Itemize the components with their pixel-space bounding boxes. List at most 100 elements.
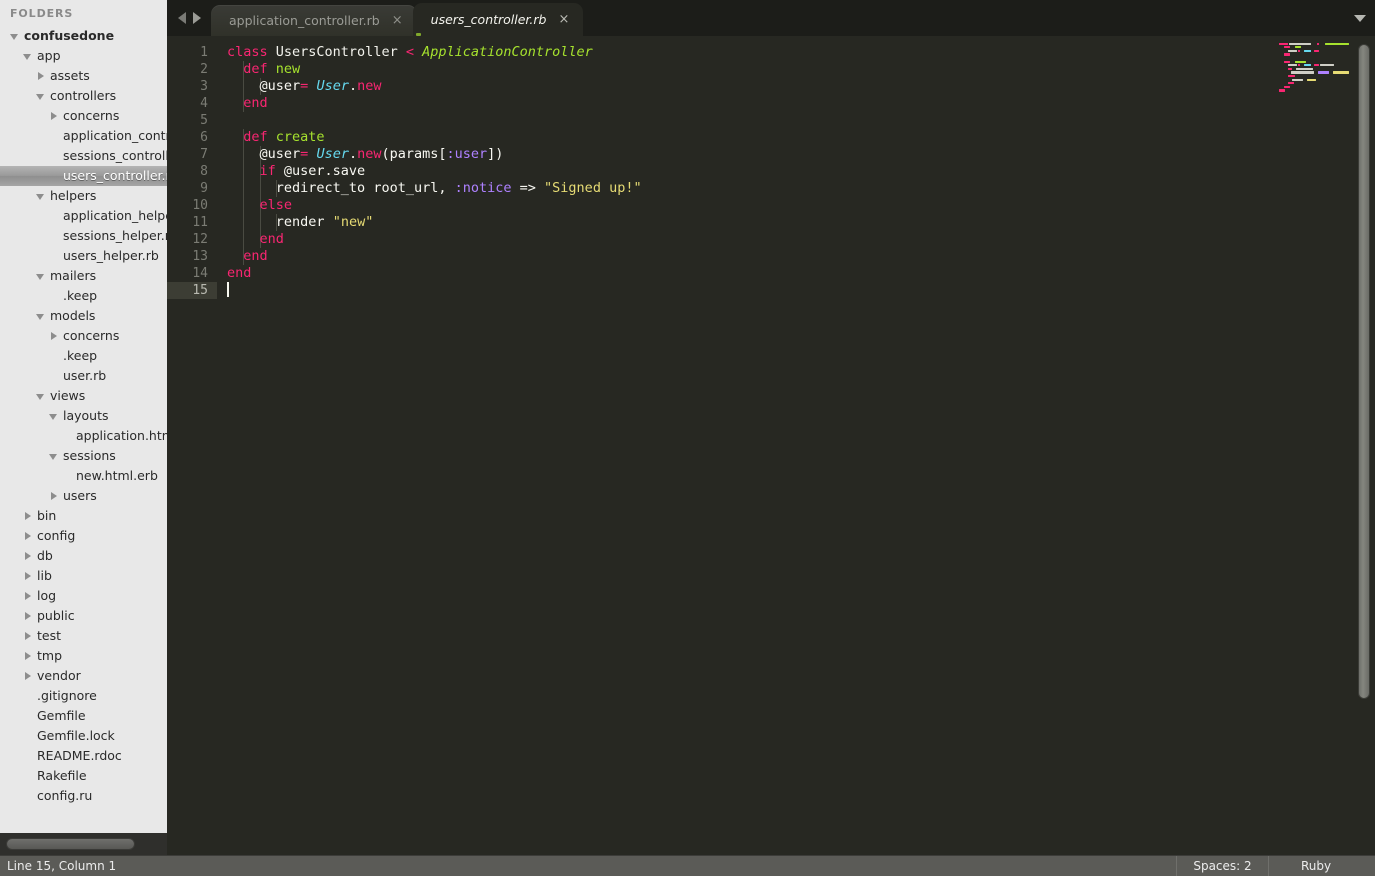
line-number: 1: [200, 45, 208, 60]
sidebar-item-users-controller-rb[interactable]: users_controller.rb: [0, 166, 167, 186]
sidebar-item-log[interactable]: log: [0, 586, 167, 606]
triangle-down-icon[interactable]: [36, 191, 47, 202]
code-token: new: [357, 146, 382, 162]
sidebar-item-controllers[interactable]: controllers: [0, 86, 167, 106]
close-icon[interactable]: ×: [558, 13, 569, 26]
sidebar-item-label: log: [37, 588, 57, 603]
sidebar-item-label: .keep: [63, 348, 98, 363]
code-text[interactable]: class UsersController < ApplicationContr…: [217, 44, 1275, 299]
code-token: @user.save: [275, 163, 366, 179]
triangle-down-icon[interactable]: [23, 51, 34, 62]
sidebar-item-label: Gemfile: [37, 708, 86, 723]
sidebar-item-db[interactable]: db: [0, 546, 167, 566]
triangle-down-icon[interactable]: [36, 311, 47, 322]
triangle-right-icon[interactable]: [36, 71, 47, 82]
triangle-right-icon[interactable]: [23, 551, 34, 562]
triangle-right-icon[interactable]: [49, 111, 60, 122]
sidebar-item-layouts[interactable]: layouts: [0, 406, 167, 426]
minimap-segment: [1312, 42, 1316, 45]
sidebar-item-gitignore[interactable]: .gitignore: [0, 686, 167, 706]
code-token: ApplicationController: [422, 44, 593, 60]
sidebar-item-keep[interactable]: .keep: [0, 286, 167, 306]
tab-bar-filler: [579, 0, 1345, 36]
sidebar-scroll-thumb[interactable]: [6, 838, 135, 850]
triangle-right-icon[interactable]: [23, 651, 34, 662]
sidebar-item-gemfile[interactable]: Gemfile: [0, 706, 167, 726]
triangle-right-icon[interactable]: [23, 631, 34, 642]
language-status[interactable]: Ruby: [1268, 855, 1363, 876]
sidebar-item-confusedone[interactable]: confusedone: [0, 26, 167, 46]
sidebar-item-app[interactable]: app: [0, 46, 167, 66]
triangle-down-icon[interactable]: [36, 391, 47, 402]
triangle-right-icon[interactable]: [23, 571, 34, 582]
triangle-down-icon[interactable]: [36, 271, 47, 282]
tab-overflow-menu-button[interactable]: [1345, 0, 1375, 36]
sidebar-item-new-html-erb[interactable]: new.html.erb: [0, 466, 167, 486]
sidebar-item-users[interactable]: users: [0, 486, 167, 506]
sidebar-item-config[interactable]: config: [0, 526, 167, 546]
triangle-down-icon[interactable]: [10, 31, 21, 42]
triangle-right-icon[interactable]: [23, 511, 34, 522]
tab-users-controller-rb[interactable]: users_controller.rb ×: [412, 3, 584, 36]
indentation-status[interactable]: Spaces: 2: [1176, 855, 1268, 876]
triangle-right-icon[interactable]: [23, 531, 34, 542]
close-icon[interactable]: ×: [392, 14, 403, 27]
sidebar-item-label: concerns: [63, 108, 120, 123]
triangle-right-icon[interactable]: [23, 591, 34, 602]
sidebar-item-sessions-controller-rb[interactable]: sessions_controller.rb: [0, 146, 167, 166]
sidebar-item-application-controller-rb[interactable]: application_controller.rb: [0, 126, 167, 146]
no-arrow-spacer: [23, 691, 34, 702]
sidebar-item-lib[interactable]: lib: [0, 566, 167, 586]
sidebar-item-user-rb[interactable]: user.rb: [0, 366, 167, 386]
vertical-scrollbar[interactable]: [1353, 36, 1375, 855]
sidebar-item-readme-rdoc[interactable]: README.rdoc: [0, 746, 167, 766]
sidebar-item-vendor[interactable]: vendor: [0, 666, 167, 686]
vertical-scroll-thumb[interactable]: [1358, 44, 1370, 699]
triangle-left-icon[interactable]: [177, 12, 186, 24]
sidebar-item-concerns[interactable]: concerns: [0, 326, 167, 346]
no-arrow-spacer: [62, 431, 73, 442]
no-arrow-spacer: [49, 291, 60, 302]
sidebar-item-public[interactable]: public: [0, 606, 167, 626]
sidebar-item-application-html-erb[interactable]: application.html.erb: [0, 426, 167, 446]
sidebar-item-models[interactable]: models: [0, 306, 167, 326]
triangle-down-icon[interactable]: [49, 451, 60, 462]
triangle-right-icon[interactable]: [23, 611, 34, 622]
sidebar-item-sessions-helper-rb[interactable]: sessions_helper.rb: [0, 226, 167, 246]
triangle-right-icon[interactable]: [49, 331, 60, 342]
code-token: <: [405, 44, 414, 60]
sidebar-item-application-helper-rb[interactable]: application_helper.rb: [0, 206, 167, 226]
sidebar-item-gemfile-lock[interactable]: Gemfile.lock: [0, 726, 167, 746]
minimap[interactable]: [1275, 36, 1353, 855]
tab-application-controller-rb[interactable]: application_controller.rb ×: [211, 5, 417, 36]
triangle-right-icon[interactable]: [49, 491, 60, 502]
sidebar-item-assets[interactable]: assets: [0, 66, 167, 86]
triangle-right-icon[interactable]: [192, 12, 201, 24]
sidebar-item-views[interactable]: views: [0, 386, 167, 406]
triangle-down-icon[interactable]: [49, 411, 60, 422]
sidebar-item-label: config: [37, 528, 76, 543]
no-arrow-spacer: [49, 371, 60, 382]
sidebar-item-test[interactable]: test: [0, 626, 167, 646]
code-token: :user: [446, 146, 488, 162]
sidebar-item-keep[interactable]: .keep: [0, 346, 167, 366]
sidebar-item-sessions[interactable]: sessions: [0, 446, 167, 466]
sidebar-item-config-ru[interactable]: config.ru: [0, 786, 167, 806]
triangle-right-icon[interactable]: [23, 671, 34, 682]
sidebar-item-mailers[interactable]: mailers: [0, 266, 167, 286]
triangle-down-icon[interactable]: [36, 91, 47, 102]
minimap-segment: [1279, 85, 1283, 89]
minimap-segment: [1284, 53, 1290, 56]
sidebar-horizontal-scrollbar[interactable]: [0, 833, 167, 855]
code-viewport[interactable]: class UsersController < ApplicationContr…: [217, 36, 1275, 855]
sidebar-item-users-helper-rb[interactable]: users_helper.rb: [0, 246, 167, 266]
sidebar-item-bin[interactable]: bin: [0, 506, 167, 526]
minimap-segment: [1291, 46, 1294, 49]
tab-label: application_controller.rb: [229, 13, 380, 28]
code-token: .: [348, 146, 358, 162]
sidebar-item-helpers[interactable]: helpers: [0, 186, 167, 206]
sidebar-item-concerns[interactable]: concerns: [0, 106, 167, 126]
sidebar-item-rakefile[interactable]: Rakefile: [0, 766, 167, 786]
sidebar-item-tmp[interactable]: tmp: [0, 646, 167, 666]
